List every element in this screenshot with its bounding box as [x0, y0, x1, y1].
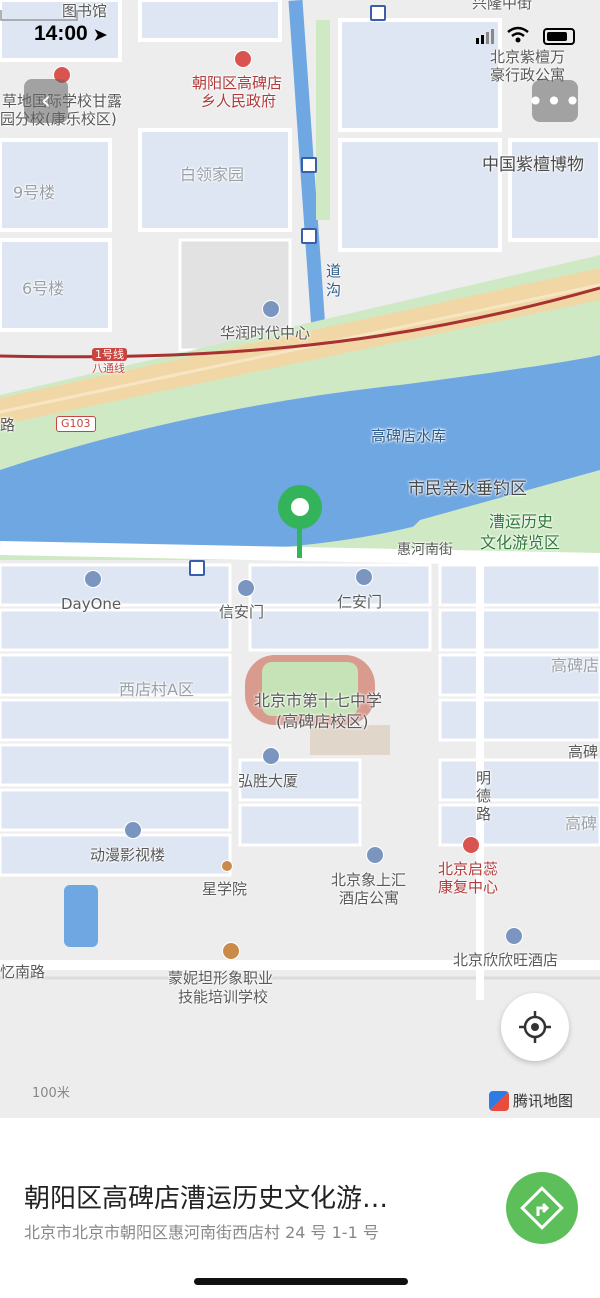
building-icon[interactable] [262, 300, 280, 318]
location-arrow-icon: ➤ [93, 27, 107, 44]
time-label: 14:00 [34, 22, 88, 45]
map-label: 高碑店 [551, 656, 600, 675]
map-label: 1号线 [92, 348, 127, 361]
map-label: 忆南路 [0, 963, 46, 981]
map-label: 北京欣欣旺酒店 [453, 951, 559, 969]
status-time: 14:00 ➤ [34, 22, 107, 46]
map-label: 北京市第十七中学 [254, 691, 383, 710]
map-label: 德 [476, 787, 492, 805]
map-brand: 腾讯地图 [489, 1090, 573, 1111]
wifi-icon [507, 26, 529, 43]
map-label: 动漫影视楼 [90, 846, 166, 864]
map-label: DayOne [61, 595, 122, 613]
bus-stop-icon[interactable] [370, 5, 386, 21]
map-label: 技能培训学校 [178, 988, 269, 1006]
building-icon[interactable] [237, 579, 255, 597]
map-label: 路 [476, 805, 492, 823]
poi-dot-icon[interactable] [221, 860, 233, 872]
map-label: 仁安门 [337, 593, 383, 611]
map-label: 路 [0, 416, 16, 434]
chevron-left-icon: ‹ [40, 86, 52, 116]
place-address: 北京市北京市朝阳区惠河南街西店村 24 号 1-1 号 [24, 1223, 379, 1242]
map-label: 漕运历史 [489, 512, 554, 531]
map-label: 星学院 [202, 880, 248, 898]
bus-stop-icon[interactable] [189, 560, 205, 576]
school-icon[interactable] [222, 942, 240, 960]
navigate-button[interactable] [506, 1172, 578, 1244]
tencent-map-logo-icon [489, 1090, 509, 1111]
map-label: 道 [326, 262, 342, 280]
map-label: 兴隆中街 [472, 0, 533, 12]
map-label: 北京启蕊 [438, 860, 499, 878]
map-label: 信安门 [219, 603, 265, 621]
building-icon[interactable] [262, 747, 280, 765]
map-label: 惠河南街 [397, 542, 453, 558]
map-label: (高碑店校区) [276, 712, 369, 731]
map-label: 6号楼 [22, 279, 65, 298]
map-label: 乡人民政府 [201, 92, 277, 110]
map-label: 酒店公寓 [339, 889, 400, 907]
locate-crosshair-icon [519, 1011, 551, 1043]
map-view[interactable]: 图书馆 兴隆中街 草地国际学校甘露 园分校(康乐校区) 朝阳区高碑店 乡人民政府… [0, 0, 600, 1118]
locate-button[interactable] [501, 993, 569, 1061]
government-icon[interactable] [234, 50, 252, 68]
back-button[interactable]: ‹ [24, 79, 68, 123]
bus-stop-icon[interactable] [301, 157, 317, 173]
map-label: 文化游览区 [480, 533, 561, 552]
map-label: 朝阳区高碑店 [192, 74, 283, 92]
scale-label: 100米 [32, 1086, 70, 1101]
map-label: 高碑 [565, 814, 598, 833]
cellular-signal-icon [476, 29, 494, 44]
building-icon[interactable] [124, 821, 142, 839]
battery-icon [543, 28, 575, 45]
map-label: 蒙妮坦形象职业 [168, 969, 274, 987]
building-icon[interactable] [355, 568, 373, 586]
hotel-icon[interactable] [505, 927, 523, 945]
map-label: 华润时代中心 [220, 324, 311, 342]
map-label: 中国紫檀博物 [482, 155, 584, 175]
map-label: 八通线 [92, 362, 125, 375]
map-label: 高碑 [568, 743, 599, 761]
navigation-arrow-icon [520, 1186, 564, 1230]
map-label: 高碑店水库 [371, 427, 447, 445]
map-label: 市民亲水垂钓区 [408, 479, 527, 499]
hotel-icon[interactable] [366, 846, 384, 864]
map-label: 北京象上汇 [331, 871, 407, 889]
more-button[interactable]: ••• [527, 80, 581, 122]
more-dots-icon: ••• [527, 84, 583, 118]
place-title: 朝阳区高碑店漕运历史文化游… [24, 1184, 389, 1214]
building-icon[interactable] [84, 570, 102, 588]
home-indicator [194, 1278, 408, 1285]
map-label: 北京紫檀万 [490, 48, 566, 66]
map-label: G103 [56, 416, 96, 432]
map-label: 9号楼 [13, 183, 56, 202]
map-label: 弘胜大厦 [238, 772, 299, 790]
map-label: 白领家园 [180, 165, 245, 184]
map-label: 明 [476, 769, 492, 787]
map-label: 康复中心 [438, 878, 499, 896]
brand-label: 腾讯地图 [513, 1092, 574, 1110]
bus-stop-icon[interactable] [301, 228, 317, 244]
map-label: 西店村A区 [119, 680, 194, 699]
map-label: 沟 [326, 281, 342, 299]
hospital-icon[interactable] [462, 836, 480, 854]
scale-bar [0, 10, 78, 21]
